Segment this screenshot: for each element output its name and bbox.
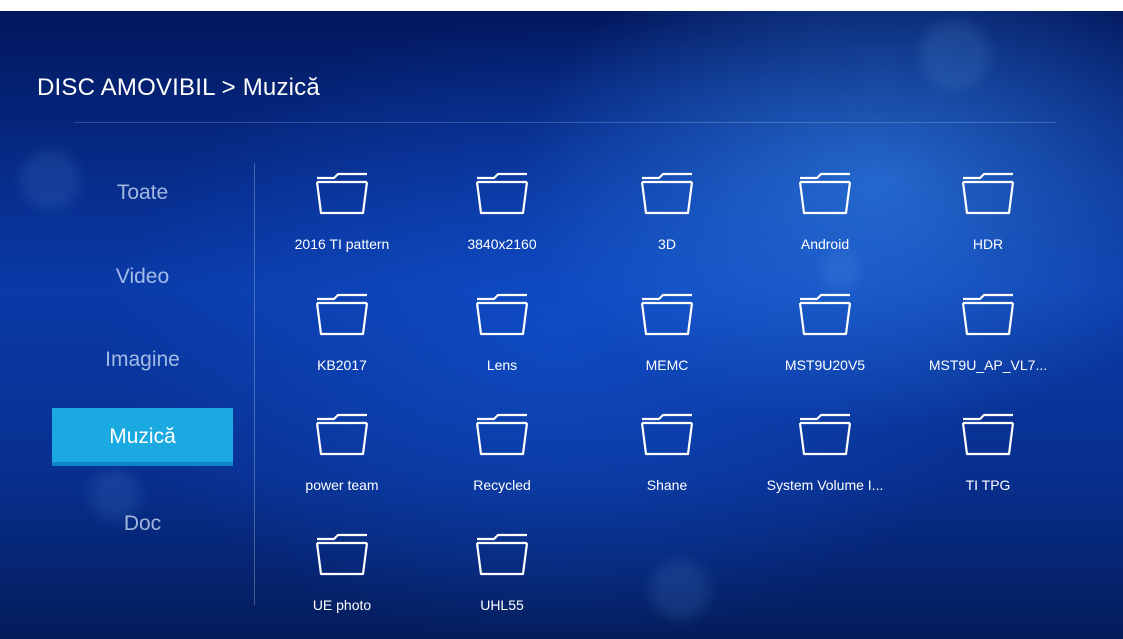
folder-item[interactable]: KB2017 [262, 281, 422, 391]
sidebar-item-doc[interactable]: Doc [52, 495, 233, 553]
folder-icon [315, 413, 369, 456]
folder-name: KB2017 [317, 357, 367, 373]
folder-name: Shane [646, 477, 688, 493]
folder-grid: 2016 TI pattern 3840x2160 3D Android HDR… [262, 160, 1082, 620]
folder-name: MEMC [645, 357, 689, 373]
folder-item[interactable]: Lens [422, 281, 582, 391]
folder-item[interactable]: 2016 TI pattern [262, 160, 422, 270]
folder-item[interactable]: MST9U_AP_VL7... [908, 281, 1068, 391]
sidebar-item-muzica[interactable]: Muzică [52, 408, 233, 466]
folder-name: UE photo [312, 597, 372, 613]
folder-icon [475, 293, 529, 336]
folder-item[interactable]: MST9U20V5 [745, 281, 905, 391]
folder-item[interactable]: power team [262, 401, 422, 511]
folder-icon [475, 172, 529, 215]
background-bokeh [920, 20, 990, 90]
folder-name: HDR [972, 236, 1004, 252]
folder-name: 3D [658, 236, 676, 252]
folder-name: MST9U20V5 [784, 357, 866, 373]
folder-item[interactable]: Recycled [422, 401, 582, 511]
folder-name: System Volume I... [766, 477, 884, 493]
folder-icon [640, 293, 694, 336]
folder-icon [475, 413, 529, 456]
sidebar-item-imagine[interactable]: Imagine [52, 331, 233, 389]
folder-icon [798, 413, 852, 456]
header-divider [74, 122, 1056, 123]
folder-item[interactable]: HDR [908, 160, 1068, 270]
folder-item[interactable]: 3840x2160 [422, 160, 582, 270]
folder-icon [798, 172, 852, 215]
folder-name: TI TPG [965, 477, 1011, 493]
folder-icon [315, 172, 369, 215]
folder-item[interactable]: UHL55 [422, 521, 582, 631]
top-strip [0, 0, 1123, 11]
sidebar-item-video[interactable]: Video [52, 248, 233, 306]
folder-item[interactable]: Android [745, 160, 905, 270]
folder-name: UHL55 [480, 597, 524, 613]
folder-item[interactable]: UE photo [262, 521, 422, 631]
folder-icon [961, 172, 1015, 215]
sidebar-item-toate[interactable]: Toate [52, 164, 233, 222]
folder-item[interactable]: TI TPG [908, 401, 1068, 511]
folder-name: 2016 TI pattern [294, 236, 390, 252]
folder-name: power team [305, 477, 379, 493]
folder-name: Lens [486, 357, 518, 373]
folder-item[interactable]: MEMC [587, 281, 747, 391]
sidebar-divider [254, 163, 255, 605]
folder-icon [798, 293, 852, 336]
folder-icon [640, 413, 694, 456]
folder-name: Android [800, 236, 850, 252]
folder-name: MST9U_AP_VL7... [928, 357, 1048, 373]
folder-name: Recycled [473, 477, 531, 493]
folder-item[interactable]: System Volume I... [745, 401, 905, 511]
folder-item[interactable]: 3D [587, 160, 747, 270]
folder-icon [961, 413, 1015, 456]
folder-icon [640, 172, 694, 215]
folder-icon [315, 293, 369, 336]
folder-item[interactable]: Shane [587, 401, 747, 511]
folder-icon [475, 533, 529, 576]
folder-icon [961, 293, 1015, 336]
folder-icon [315, 533, 369, 576]
folder-name: 3840x2160 [467, 236, 537, 252]
breadcrumb: DISC AMOVIBIL > Muzică [37, 74, 320, 101]
